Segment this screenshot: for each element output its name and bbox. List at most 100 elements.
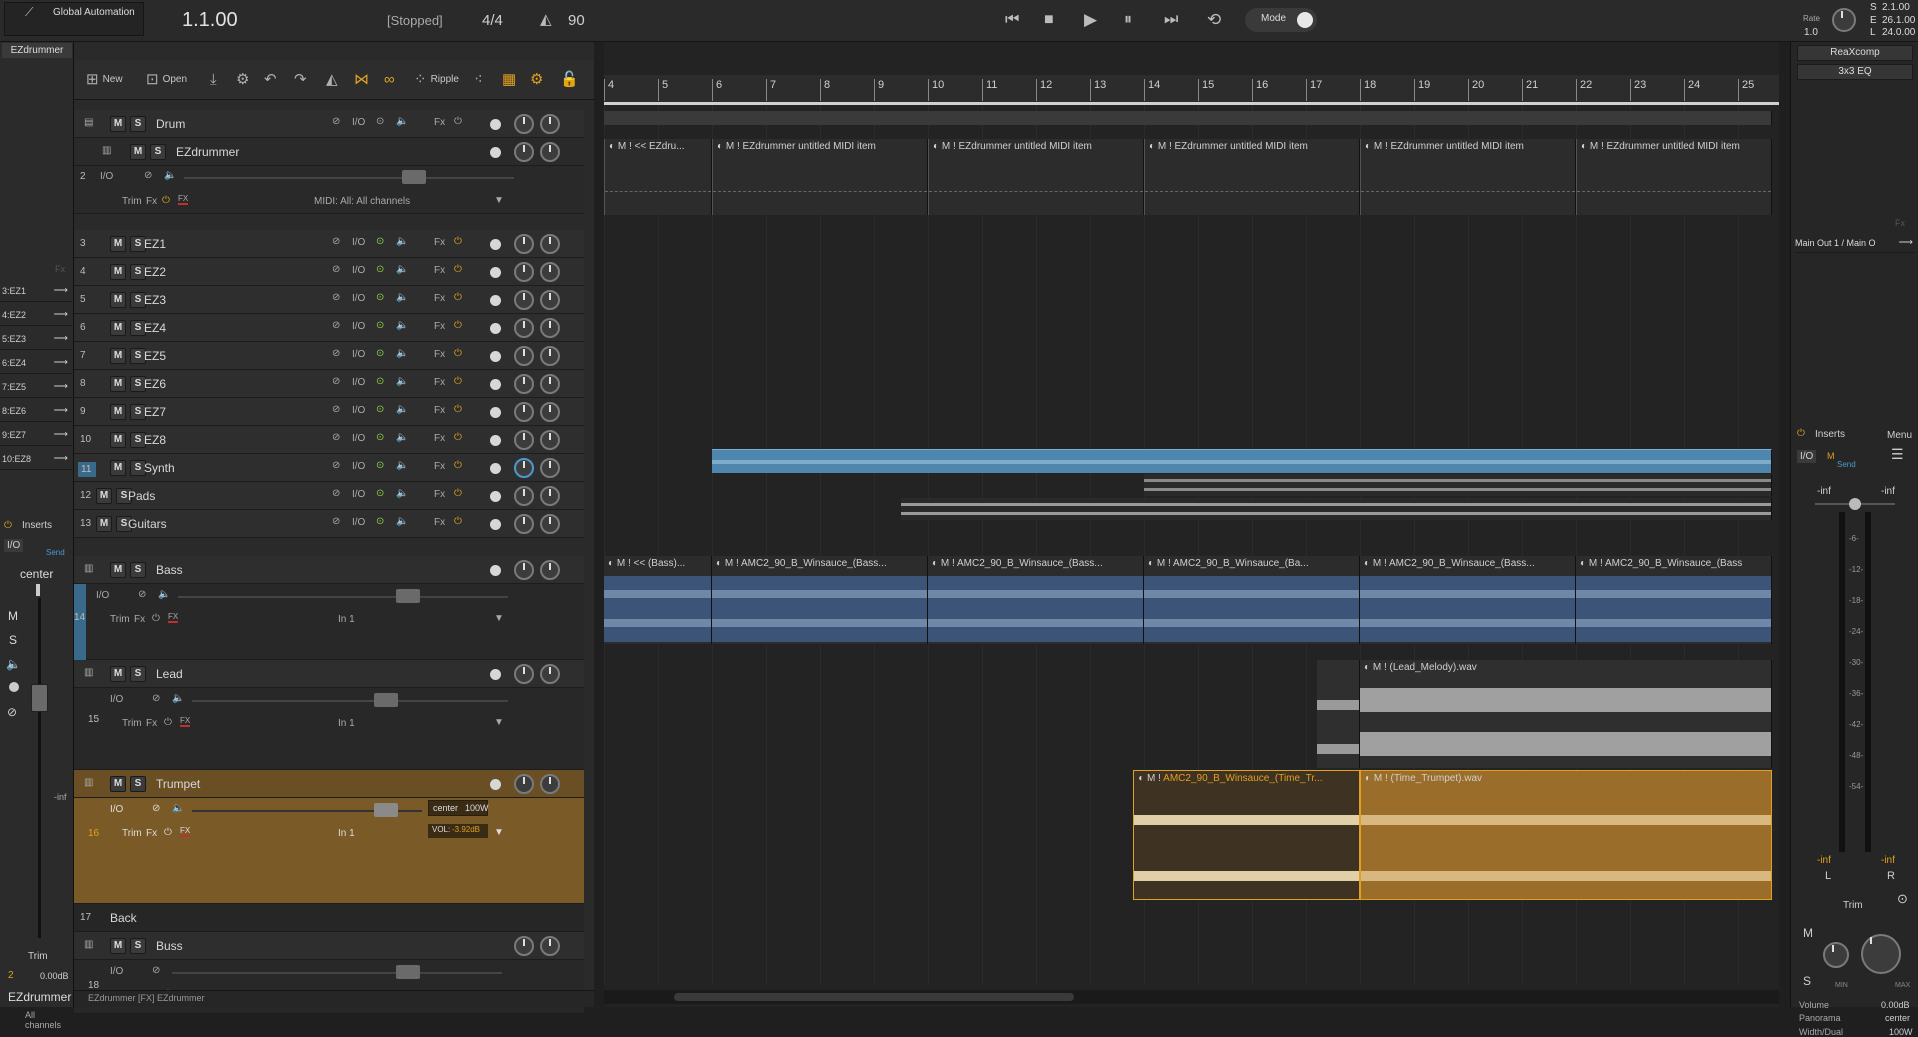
power-icon[interactable]: ⏻ bbox=[454, 348, 462, 359]
pan-knob[interactable] bbox=[540, 402, 560, 422]
io-button[interactable]: I/O bbox=[352, 293, 365, 304]
bass-item[interactable]: ◐ M ! AMC2_90_B_Winsauce_(Bass bbox=[1576, 556, 1772, 644]
record-arm[interactable] bbox=[490, 779, 501, 790]
power-icon[interactable]: ⏻ bbox=[454, 488, 462, 499]
track-row-15-detail[interactable]: 15 I/O ⊘ 🔈 Trim Fx ⏻ FX In 1 ▼ bbox=[74, 688, 584, 770]
midi-item[interactable]: ◐ M ! EZdrummer untitled MIDI item bbox=[1576, 139, 1772, 215]
track-name[interactable]: Bass bbox=[156, 563, 183, 577]
mute-button[interactable]: M bbox=[110, 264, 126, 280]
track-name[interactable]: Trumpet bbox=[156, 777, 200, 791]
volume-knob[interactable] bbox=[514, 114, 534, 134]
power-icon[interactable]: ⏻ bbox=[454, 516, 462, 527]
pan-knob[interactable] bbox=[540, 262, 560, 282]
speaker-icon[interactable]: 🔈 bbox=[396, 116, 408, 127]
route-icon[interactable]: ⊘ bbox=[138, 589, 146, 600]
track-row-trumpet[interactable]: ▥ M S Trumpet bbox=[74, 770, 584, 798]
track-name[interactable]: EZ8 bbox=[144, 433, 166, 447]
pan-slider[interactable] bbox=[36, 584, 40, 596]
route-icon[interactable]: ⊘ bbox=[332, 488, 340, 499]
stop-icon[interactable]: ■ bbox=[1044, 11, 1054, 29]
folder-icon[interactable]: ▥ bbox=[84, 777, 93, 788]
volume-knob[interactable] bbox=[514, 430, 534, 450]
folder-icon[interactable]: ▥ bbox=[84, 667, 93, 678]
route-icon[interactable]: ⊘ bbox=[332, 292, 340, 303]
record-arm[interactable] bbox=[490, 267, 501, 278]
phase-icon[interactable]: ⊙ bbox=[1897, 891, 1908, 907]
track-name[interactable]: EZ1 bbox=[144, 237, 166, 251]
width-value[interactable]: 100W bbox=[1889, 1027, 1913, 1037]
fx-button[interactable]: Fx bbox=[434, 117, 445, 128]
track-row-ez3[interactable]: 5 M S EZ3 ⊘ I/O ⊙ 🔈 Fx ⏻ bbox=[74, 286, 584, 314]
item-header[interactable]: ◐ M ! (Lead_Melody).wav bbox=[1360, 660, 1771, 676]
route-icon[interactable]: ⊘ bbox=[332, 432, 340, 443]
metronome-button[interactable]: ◭ bbox=[326, 67, 338, 91]
io-button[interactable]: I/O bbox=[352, 117, 365, 128]
power-icon[interactable]: ⏻ bbox=[152, 613, 160, 624]
time-l-value[interactable]: 24.0.00 bbox=[1882, 27, 1915, 38]
volume-slider-handle[interactable] bbox=[374, 693, 398, 707]
midi-item[interactable]: ◐ M ! << EZdru... bbox=[604, 139, 712, 215]
speaker-icon[interactable]: 🔈 bbox=[396, 376, 408, 387]
drum-overview[interactable] bbox=[604, 111, 1772, 125]
arrange-view[interactable]: 4 5 6 7 8 9 10 11 12 13 14 15 16 17 18 19 20 21 22 23 24 25 ◐… bbox=[604, 42, 1779, 1007]
send-item-2[interactable]: 5:EZ3 ⟶ bbox=[0, 333, 72, 350]
volume-knob[interactable] bbox=[514, 402, 534, 422]
time-signature[interactable]: 4/4 bbox=[482, 12, 503, 29]
io-button[interactable]: I/O bbox=[352, 349, 365, 360]
send-item-0[interactable]: 3:EZ1 ⟶ bbox=[0, 285, 72, 302]
open-button[interactable]: ⊡ Open bbox=[146, 67, 187, 91]
io-button[interactable]: I/O bbox=[352, 321, 365, 332]
ruler-bar-label[interactable]: 4 bbox=[604, 79, 614, 101]
power-icon[interactable]: ⏻ bbox=[162, 195, 170, 206]
track-row-ez1[interactable]: 3 M S EZ1 ⊘ I/O ⊙ 🔈 Fx ⏻ bbox=[74, 230, 584, 258]
pan-knob[interactable] bbox=[540, 318, 560, 338]
folder-icon[interactable]: ▥ bbox=[102, 145, 111, 156]
volume-slider[interactable] bbox=[184, 177, 514, 179]
volume-fader-handle[interactable] bbox=[31, 684, 48, 712]
track-row-pads[interactable]: 12 M S Pads ⊘ I/O ⊙ 🔈 Fx ⏻ bbox=[74, 482, 584, 510]
speaker-icon[interactable]: 🔈 bbox=[396, 348, 408, 359]
timeline-ruler[interactable]: 4 5 6 7 8 9 10 11 12 13 14 15 16 17 18 19 20 21 22 23 24 25 bbox=[604, 75, 1779, 105]
send-item-4[interactable]: 7:EZ5 ⟶ bbox=[0, 381, 72, 398]
mute-button[interactable]: M bbox=[110, 236, 126, 252]
phase-icon[interactable]: ⊙ bbox=[376, 460, 384, 471]
power-icon[interactable]: ⏻ bbox=[454, 292, 462, 303]
output-route[interactable]: Main Out 1 / Main O ⟶ bbox=[1795, 237, 1915, 253]
play-icon[interactable]: ▶ bbox=[1084, 10, 1097, 30]
track-row-ez4[interactable]: 6 M S EZ4 ⊘ I/O ⊙ 🔈 Fx ⏻ bbox=[74, 314, 584, 342]
fx-button[interactable]: Fx bbox=[434, 433, 445, 444]
io-button[interactable]: I/O bbox=[1797, 450, 1817, 463]
mute-button[interactable]: M bbox=[110, 116, 126, 132]
track-row-ezdrummer[interactable]: ▥ M S EZdrummer bbox=[74, 138, 584, 166]
power-icon[interactable]: ⏻ bbox=[164, 827, 172, 838]
mute-button[interactable]: M bbox=[110, 376, 126, 392]
phase-icon[interactable]: ⊘ bbox=[7, 705, 17, 719]
track-row-guitars[interactable]: 13 M S Guitars ⊘ I/O ⊙ 🔈 Fx ⏻ bbox=[74, 510, 584, 538]
inserts-label[interactable]: Inserts bbox=[1815, 429, 1845, 440]
route-icon[interactable]: ⊘ bbox=[332, 516, 340, 527]
route-icon[interactable]: ⊘ bbox=[332, 404, 340, 415]
speaker-icon[interactable]: 🔈 bbox=[396, 516, 408, 527]
chevron-down-icon[interactable]: ▼ bbox=[494, 827, 504, 838]
ruler-bar-label[interactable]: 13 bbox=[1090, 79, 1106, 101]
item-header[interactable]: ◐ M ! AMC2_90_B_Winsauce_(Time_Tr... bbox=[1134, 771, 1359, 787]
settings-button[interactable]: ⚙ bbox=[236, 67, 249, 91]
item-header[interactable]: ◐ M ! AMC2_90_B_Winsauce_(Bass... bbox=[928, 556, 1143, 572]
trim-button[interactable]: Trim bbox=[122, 828, 142, 839]
speaker-icon[interactable]: 🔈 bbox=[396, 488, 408, 499]
link-button[interactable]: ∞ bbox=[384, 67, 395, 91]
fx-slot-eq[interactable]: 3x3 EQ bbox=[1797, 64, 1913, 80]
inserts-power-icon[interactable]: ⏻ bbox=[1797, 428, 1805, 439]
track-row-bass[interactable]: ▥ M S Bass bbox=[74, 556, 584, 584]
track-name[interactable]: EZ5 bbox=[144, 349, 166, 363]
ruler-bar-label[interactable]: 15 bbox=[1198, 79, 1214, 101]
solo-button[interactable]: S bbox=[9, 633, 17, 647]
mute-button[interactable]: M bbox=[8, 609, 18, 623]
volume-slider-handle[interactable] bbox=[396, 965, 420, 979]
fx-button[interactable]: Fx bbox=[434, 237, 445, 248]
route-icon[interactable]: ⊘ bbox=[332, 376, 340, 387]
send-item-6[interactable]: 9:EZ7 ⟶ bbox=[0, 429, 72, 446]
track-name[interactable]: EZ6 bbox=[144, 377, 166, 391]
track-row-lead[interactable]: ▥ M S Lead bbox=[74, 660, 584, 688]
track-name[interactable]: Drum bbox=[156, 117, 185, 131]
